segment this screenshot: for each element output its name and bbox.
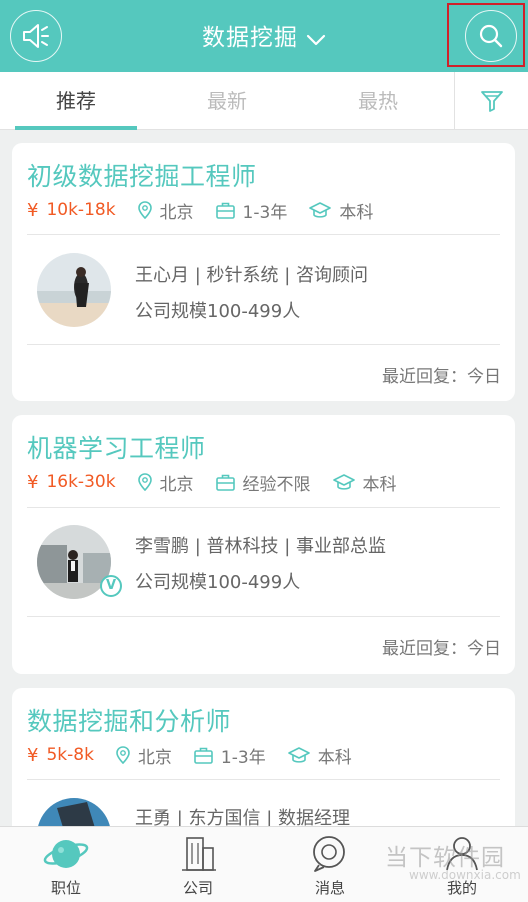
nav-label: 公司	[182, 879, 213, 897]
experience: 1-3年	[220, 747, 266, 768]
tab-recommended[interactable]: 推荐	[0, 72, 152, 130]
yen-icon: ¥	[27, 199, 39, 221]
nav-company[interactable]: 公司	[132, 827, 264, 902]
graduation-cap-icon	[287, 746, 310, 763]
last-reply: 最近回复：今日	[382, 639, 501, 659]
briefcase-icon	[194, 747, 213, 764]
graduation-cap-icon	[309, 201, 332, 218]
briefcase-icon	[215, 202, 235, 219]
tab-latest[interactable]: 最新	[152, 72, 302, 130]
education: 本科	[339, 202, 374, 223]
job-title: 数据挖掘和分析师	[27, 707, 232, 736]
tab-bar: 推荐 最新 最热	[0, 72, 528, 130]
divider	[27, 616, 500, 617]
yen-icon: ¥	[27, 744, 39, 766]
salary-value: 16k-30k	[46, 472, 116, 492]
watermark-text: 当下软件园	[385, 845, 505, 871]
company-size: 公司规模100-499人	[135, 301, 301, 322]
job-title: 初级数据挖掘工程师	[27, 162, 257, 191]
job-meta: ¥10k-18k 北京 1-3年 本科	[27, 199, 374, 223]
education: 本科	[317, 747, 352, 768]
education: 本科	[362, 474, 397, 495]
location-pin-icon	[116, 746, 130, 764]
watermark-url: www.downxia.com	[409, 868, 521, 882]
recruiter-info: 李雪鹏 | 普林科技 | 事业部总监	[135, 536, 387, 557]
active-tab-indicator	[15, 126, 137, 130]
yen-icon: ¥	[27, 471, 39, 493]
city: 北京	[159, 474, 194, 495]
city: 北京	[159, 202, 194, 223]
divider	[27, 344, 500, 345]
divider	[27, 507, 500, 508]
experience: 经验不限	[242, 474, 311, 495]
filter-button[interactable]	[455, 72, 528, 130]
job-card[interactable]: 机器学习工程师 ¥16k-30k 北京 经验不限 本科 V 李雪鹏 | 普林科技…	[12, 415, 515, 674]
verified-badge-icon: V	[100, 575, 122, 597]
job-meta: ¥16k-30k 北京 经验不限 本科	[27, 471, 397, 495]
chevron-down-icon	[306, 26, 326, 52]
tab-hottest[interactable]: 最热	[302, 72, 454, 130]
salary: ¥16k-30k	[27, 472, 116, 493]
chat-bubble-icon	[313, 836, 345, 872]
salary: ¥10k-18k	[27, 200, 116, 221]
location-pin-icon	[137, 473, 152, 491]
nav-jobs[interactable]: 职位	[0, 827, 132, 902]
company-size: 公司规模100-499人	[135, 572, 301, 593]
watermark: 当下软件园 www.downxia.com	[385, 834, 528, 894]
avatar[interactable]	[37, 253, 111, 327]
experience: 1-3年	[242, 202, 288, 223]
divider	[27, 779, 500, 780]
search-highlight-box	[447, 3, 525, 67]
nav-label: 消息	[314, 879, 345, 897]
graduation-cap-icon	[332, 473, 355, 490]
city: 北京	[137, 747, 172, 768]
salary-value: 10k-18k	[46, 200, 116, 220]
recruiter-info: 王心月 | 秒针系统 | 咨询顾问	[135, 265, 369, 286]
planet-icon	[43, 840, 89, 868]
salary: ¥5k-8k	[27, 745, 94, 766]
divider	[27, 234, 500, 235]
job-title: 机器学习工程师	[27, 434, 206, 463]
salary-value: 5k-8k	[46, 745, 94, 765]
location-pin-icon	[137, 201, 152, 219]
last-reply: 最近回复：今日	[382, 367, 501, 387]
building-icon	[182, 837, 216, 871]
category-title: 数据挖掘	[202, 25, 298, 51]
briefcase-icon	[215, 474, 235, 491]
job-meta: ¥5k-8k 北京 1-3年 本科	[27, 744, 352, 768]
nav-label: 职位	[50, 879, 81, 897]
filter-icon	[480, 91, 503, 112]
top-bar: 数据挖掘	[0, 0, 528, 72]
nav-messages[interactable]: 消息	[264, 827, 396, 902]
job-card[interactable]: 初级数据挖掘工程师 ¥10k-18k 北京 1-3年 本科 王心月 | 秒针系统…	[12, 143, 515, 401]
